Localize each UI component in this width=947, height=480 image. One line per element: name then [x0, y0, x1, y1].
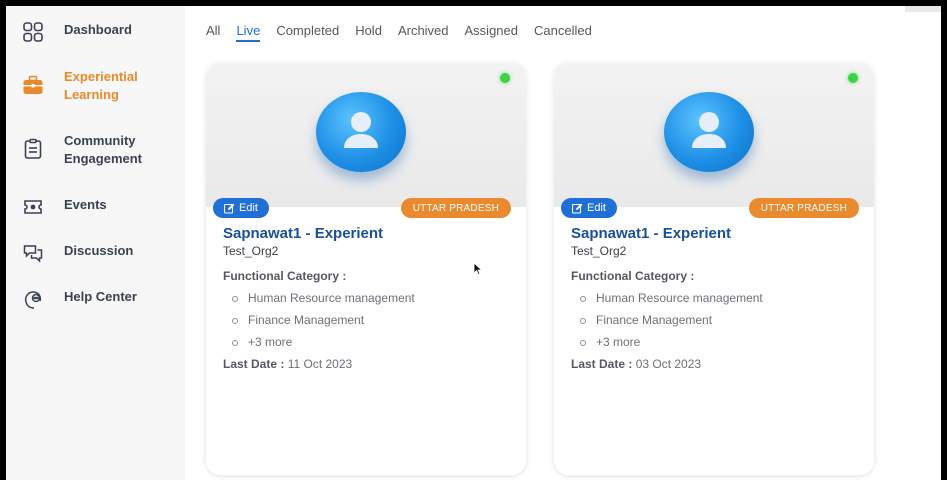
sidebar-item-label: Discussion	[64, 243, 134, 258]
sidebar-item-label: Help Center	[64, 289, 137, 304]
sidebar: Dashboard Experiential Learning Communit…	[6, 6, 185, 480]
card-body: Sapnawat1 - Experient Test_Org2 Function…	[223, 225, 513, 371]
organization-name: Test_Org2	[223, 244, 279, 258]
tab-assigned[interactable]: Assigned	[465, 23, 518, 42]
sidebar-item-label: Community Engagement	[64, 133, 143, 166]
sidebar-item-discussion[interactable]: Discussion	[22, 242, 154, 264]
live-status-dot	[500, 73, 510, 83]
sidebar-item-label: Experiential Learning	[64, 69, 138, 102]
card-body: Sapnawat1 - Experient Test_Org2 Function…	[571, 225, 861, 371]
tab-hold[interactable]: Hold	[355, 23, 382, 42]
edit-pencil-icon	[224, 203, 235, 214]
organization-name: Test_Org2	[571, 244, 627, 258]
sidebar-item-label: Dashboard	[64, 22, 132, 37]
edit-button-label: Edit	[587, 202, 606, 214]
card-title[interactable]: Sapnawat1 - Experient	[571, 225, 861, 243]
edit-button[interactable]: Edit	[561, 198, 617, 218]
category-list: Human Resource management Finance Manage…	[571, 287, 861, 353]
tab-live[interactable]: Live	[236, 23, 261, 42]
category-list: Human Resource management Finance Manage…	[223, 287, 513, 353]
headset-icon	[22, 288, 44, 310]
sidebar-item-experiential-learning[interactable]: Experiential Learning	[22, 68, 154, 104]
app-screen: Dashboard Experiential Learning Communit…	[6, 6, 941, 480]
tab-cancelled[interactable]: Cancelled	[534, 23, 592, 42]
list-item: Human Resource management	[571, 287, 861, 309]
avatar	[316, 92, 406, 172]
region-badge: UTTAR PRADESH	[400, 198, 511, 218]
user-icon	[344, 112, 378, 148]
last-date-label: Last Date :	[571, 357, 633, 371]
edit-button-label: Edit	[239, 202, 258, 214]
more-categories-link[interactable]: +3 more	[223, 331, 513, 353]
sidebar-item-events[interactable]: Events	[22, 196, 154, 218]
card-banner	[206, 63, 526, 207]
edit-pencil-icon	[572, 203, 583, 214]
briefcase-icon	[22, 74, 44, 96]
list-item: Finance Management	[571, 309, 861, 331]
screenshot-frame: Dashboard Experiential Learning Communit…	[0, 0, 947, 480]
last-date-value: 03 Oct 2023	[635, 357, 702, 371]
more-categories-link[interactable]: +3 more	[571, 331, 861, 353]
chat-bubbles-icon	[22, 242, 44, 264]
avatar	[664, 92, 754, 172]
clipboard-icon	[22, 138, 44, 160]
region-badge: UTTAR PRADESH	[748, 198, 859, 218]
card-banner	[554, 63, 874, 207]
last-date: Last Date : 11 Oct 2023	[223, 357, 513, 371]
last-date: Last Date : 03 Oct 2023	[571, 357, 861, 371]
sidebar-item-community-engagement[interactable]: Community Engagement	[22, 132, 154, 168]
scrollbar-corner	[905, 6, 941, 12]
last-date-value: 11 Oct 2023	[287, 357, 353, 371]
card-title[interactable]: Sapnawat1 - Experient	[223, 225, 513, 243]
mouse-cursor-icon	[473, 262, 483, 276]
list-item: Finance Management	[223, 309, 513, 331]
tab-all[interactable]: All	[206, 23, 220, 42]
functional-category-label: Functional Category :	[223, 269, 347, 283]
sidebar-item-label: Events	[64, 197, 107, 212]
last-date-label: Last Date :	[223, 357, 285, 371]
sidebar-item-help-center[interactable]: Help Center	[22, 288, 154, 310]
user-icon	[692, 112, 726, 148]
live-status-dot	[848, 73, 858, 83]
functional-category-label: Functional Category :	[571, 269, 695, 283]
ticket-icon	[22, 196, 44, 218]
edit-button[interactable]: Edit	[213, 198, 269, 218]
experience-card[interactable]: Edit UTTAR PRADESH Sapnawat1 - Experient…	[554, 63, 874, 475]
status-tabs: All Live Completed Hold Archived Assigne…	[206, 23, 608, 42]
dashboard-grid-icon	[22, 21, 44, 43]
tab-completed[interactable]: Completed	[276, 23, 339, 42]
list-item: Human Resource management	[223, 287, 513, 309]
sidebar-item-dashboard[interactable]: Dashboard	[22, 21, 154, 43]
tab-archived[interactable]: Archived	[398, 23, 449, 42]
